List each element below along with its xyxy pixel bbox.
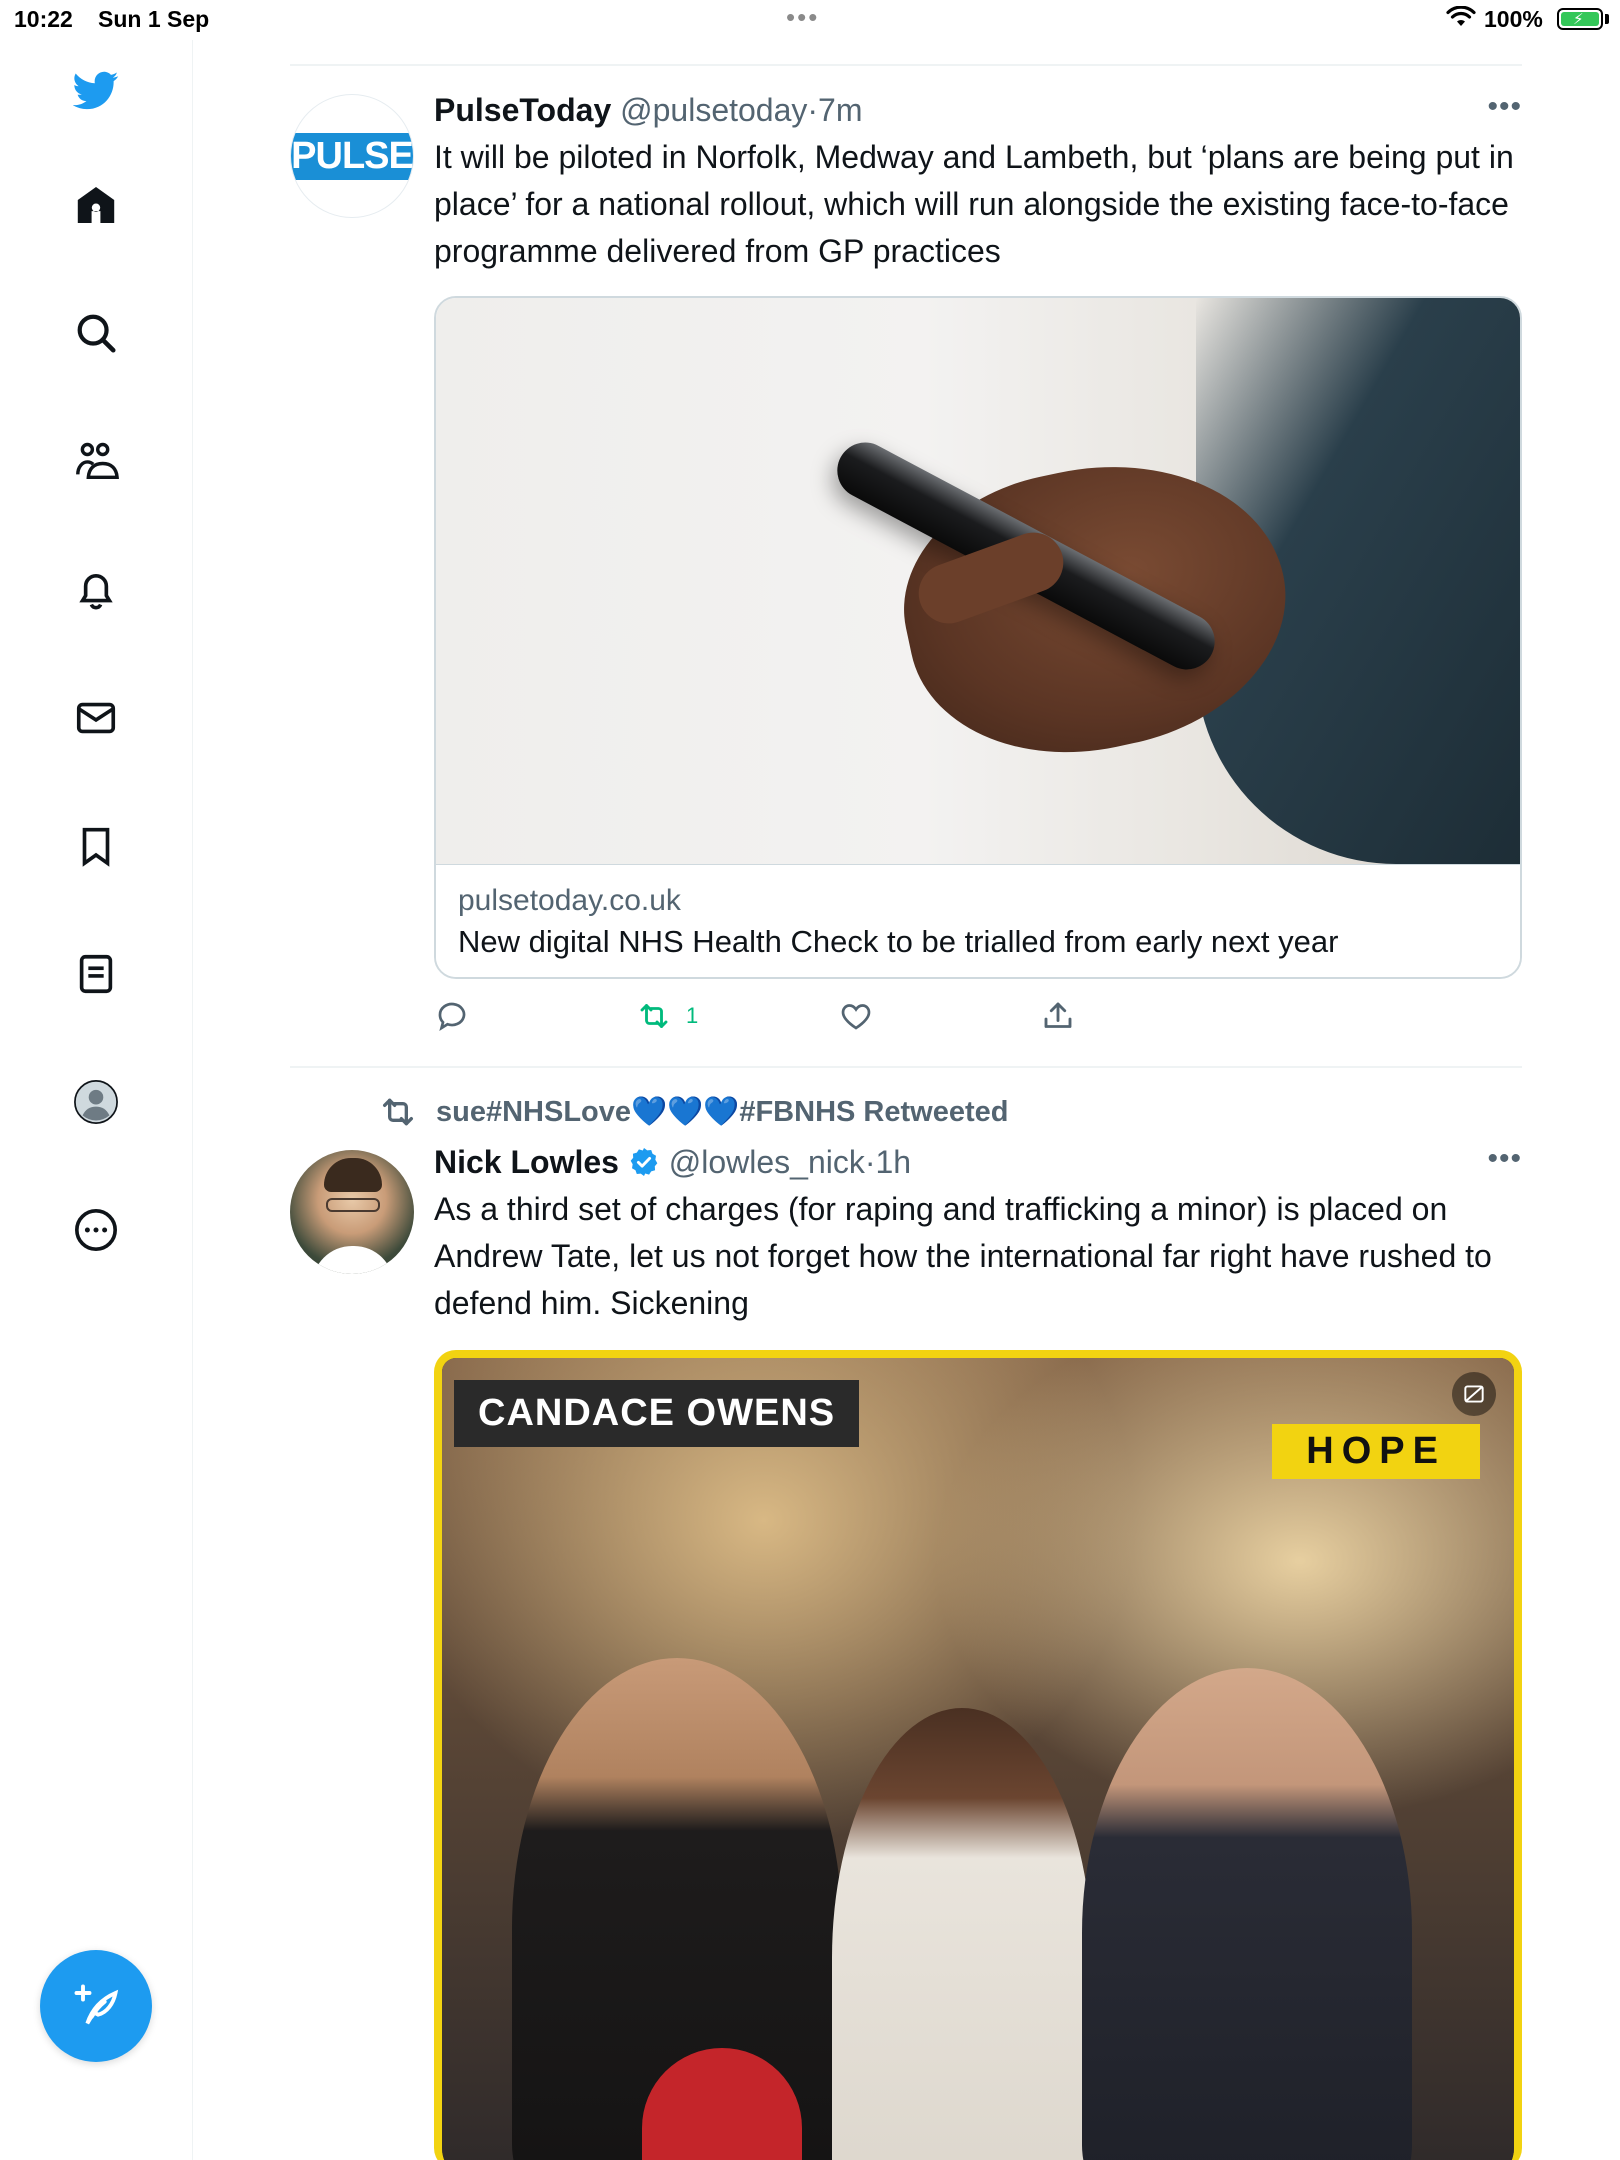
tweet-header: PulseToday @pulsetoday·7m [434,90,1522,130]
wifi-icon [1446,6,1476,26]
bookmark-icon[interactable] [68,818,124,874]
shirt-shape [312,1246,394,1274]
pulse-logo: PULSE [291,132,413,180]
notifications-bell-icon[interactable] [68,562,124,618]
author-name[interactable]: Nick Lowles [434,1144,619,1180]
author-handle[interactable]: @pulsetoday [620,92,807,128]
author-name[interactable]: PulseToday [434,92,611,128]
separator: · [807,92,819,128]
media-brand-label: HOPE [1272,1424,1480,1479]
heart-icon [841,1004,871,1030]
battery-percent: 100% [1484,6,1543,32]
verified-badge-icon [630,1148,658,1176]
tweet-nick-lowles[interactable]: sue#NHSLove💙💙💙#FBNHS Retweeted Nick Lowl… [290,1092,1522,2160]
glasses-shape [326,1198,380,1212]
retweet-icon [640,1004,668,1028]
media-caption-label: CANDACE OWENS [454,1380,860,1447]
tweet-header: Nick Lowles @lowles_nick·1h [434,1142,1522,1182]
tweet-pulsetoday[interactable]: PULSE PulseToday @pulsetoday·7m ••• It w… [290,90,1522,1050]
tweet-time[interactable]: 7m [818,92,862,128]
retweet-icon [383,1098,413,1126]
tweet-text: As a third set of charges (for raping an… [434,1191,1492,1321]
card-title: New digital NHS Health Check to be trial… [458,924,1339,959]
tweet-media[interactable]: CANDACE OWENS HOPE [434,1350,1522,2160]
more-options-icon[interactable] [68,1202,124,1258]
card-domain: pulsetoday.co.uk [458,884,681,917]
tweet-actions: 1 [434,998,1134,1042]
reply-button[interactable] [434,998,484,1034]
compose-tweet-icon [74,1984,119,2025]
share-icon [1044,1002,1072,1028]
separator: · [864,1144,876,1180]
timeline-divider [290,1066,1522,1068]
more-icon[interactable]: ••• [1487,1142,1522,1176]
sidebar [0,40,193,2160]
tweet-time[interactable]: 1h [876,1144,912,1180]
tweet-text: It will be piloted in Norfolk, Medway an… [434,139,1514,269]
card-image [436,298,1520,864]
tweet-body: Nick Lowles @lowles_nick·1h ••• As a thi… [434,1142,1522,1327]
like-button[interactable] [838,998,888,1034]
retweet-count: 1 [686,1003,699,1028]
more-icon[interactable]: ••• [1487,90,1522,124]
messages-envelope-icon[interactable] [68,690,124,746]
multitasking-indicator[interactable]: ••• [786,2,819,33]
search-icon[interactable] [68,305,124,361]
timeline-divider [290,64,1522,66]
retweeted-by[interactable]: sue#NHSLove💙💙💙#FBNHS Retweeted [378,1092,1008,1132]
sensitive-media-toggle[interactable] [1452,1372,1496,1416]
avatar[interactable]: PULSE [290,94,414,218]
avatar[interactable] [290,1150,414,1274]
reply-icon [438,1002,466,1031]
home-icon[interactable] [68,177,124,233]
status-time: 10:22 [14,6,73,32]
retweet-button[interactable]: 1 [636,998,698,1034]
status-bar: 10:22 Sun 1 Sep ••• 100% ⚡ [0,0,1620,40]
link-card[interactable]: pulsetoday.co.uk New digital NHS Health … [434,296,1522,979]
status-date: Sun 1 Sep [98,6,210,32]
compose-tweet-button[interactable] [40,1950,152,2062]
battery-icon: ⚡ [1557,8,1603,30]
media-settings-icon [1464,1385,1484,1403]
twitter-logo-icon[interactable] [68,62,124,118]
card-meta: pulsetoday.co.uk New digital NHS Health … [436,864,1520,977]
profile-icon[interactable] [68,1074,124,1130]
tweet-body: PulseToday @pulsetoday·7m ••• It will be… [434,90,1522,275]
lists-icon[interactable] [68,946,124,1002]
author-handle[interactable]: @lowles_nick [669,1144,865,1180]
communities-icon[interactable] [68,433,124,489]
share-button[interactable] [1040,998,1076,1034]
hair-shape [324,1158,382,1192]
battery-tip [1605,14,1609,24]
retweeted-by-label: sue#NHSLove💙💙💙#FBNHS Retweeted [436,1096,1009,1128]
